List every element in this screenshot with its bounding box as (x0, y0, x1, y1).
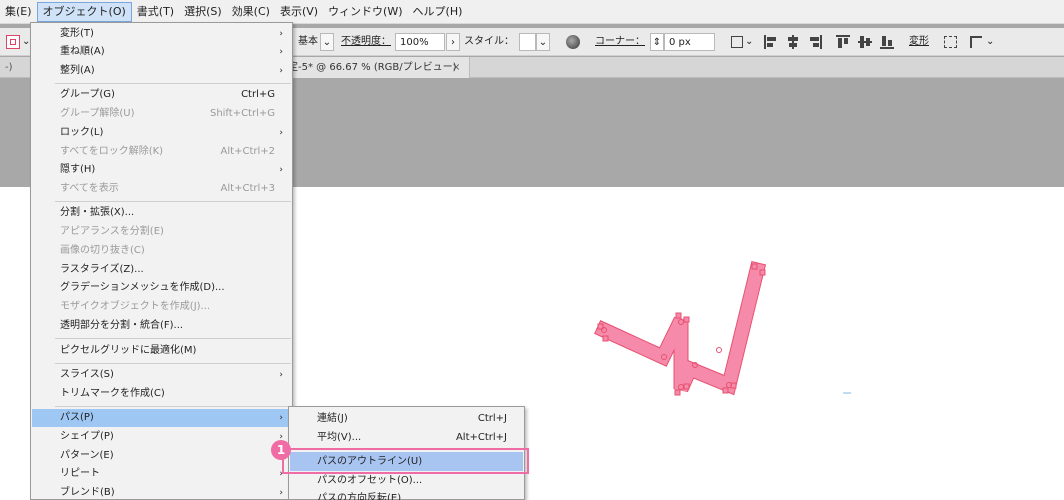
chevron-right-icon: › (279, 413, 283, 423)
chevron-right-icon: › (279, 47, 283, 57)
chevron-right-icon: › (279, 66, 283, 76)
chevron-right-icon: › (279, 488, 283, 498)
menu-item-hide[interactable]: 隠す(H) › (32, 161, 291, 179)
object-menu: 変形(T) › 重ね順(A) › 整列(A) › グループ(G) Ctrl+G グループ… (30, 22, 293, 500)
menu-item-expand[interactable]: 分割・拡張(X)... (32, 204, 291, 222)
menu-item-rasterize[interactable]: ラスタライズ(Z)... (32, 261, 291, 279)
menu-separator (55, 83, 291, 84)
menu-separator (55, 201, 291, 202)
menu-item-pixel-perfect[interactable]: ピクセルグリッドに最適化(M) (32, 342, 291, 360)
chevron-right-icon: › (279, 370, 283, 380)
menu-item-repeat[interactable]: リピート › (32, 465, 291, 483)
menu-item-blend[interactable]: ブレンド(B) › (32, 484, 291, 500)
annotation-step-badge: 1 (271, 440, 291, 460)
menu-separator (55, 363, 291, 364)
menu-item-trim-marks[interactable]: トリムマークを作成(C) (32, 385, 291, 403)
menu-item-pattern[interactable]: パターン(E)› (32, 447, 291, 465)
menu-item-transform[interactable]: 変形(T) › (32, 25, 291, 43)
menu-item-slice[interactable]: スライス(S) › (32, 366, 291, 384)
menu-item-shape[interactable]: シェイプ(P) › (32, 428, 291, 446)
menu-separator (55, 406, 291, 407)
chevron-right-icon: › (279, 165, 283, 175)
annotation-highlight-box (282, 448, 529, 474)
menu-item-path[interactable]: パス(P) › (32, 409, 291, 427)
menu-item-lock[interactable]: ロック(L) › (32, 124, 291, 142)
menu-item-ungroup[interactable]: グループ解除(U) Shift+Ctrl+G (32, 105, 291, 123)
menu-item-arrange[interactable]: 重ね順(A) › (32, 43, 291, 61)
menu-item-crop-image[interactable]: 画像の切り抜き(C) (32, 242, 291, 260)
chevron-right-icon: › (279, 128, 283, 138)
menu-item-unlock-all[interactable]: すべてをロック解除(K) Alt+Ctrl+2 (32, 143, 291, 161)
menu-item-flatten-transparency[interactable]: 透明部分を分割・統合(F)... (32, 317, 291, 335)
menu-separator (55, 338, 291, 339)
menu-item-gradient-mesh[interactable]: グラデーションメッシュを作成(D)... (32, 279, 291, 297)
menu-item-align[interactable]: 整列(A) › (32, 62, 291, 80)
menu-item-group[interactable]: グループ(G) Ctrl+G (32, 86, 291, 104)
menu-item-expand-appearance[interactable]: アピアランスを分割(E) (32, 223, 291, 241)
submenu-item-reverse-path[interactable]: パスの方向反転(E) (290, 489, 523, 500)
menu-item-show-all[interactable]: すべてを表示 Alt+Ctrl+3 (32, 180, 291, 198)
menu-item-object-mosaic[interactable]: モザイクオブジェクトを作成(J)... (32, 298, 291, 316)
submenu-item-average[interactable]: 平均(V)... Alt+Ctrl+J (290, 428, 523, 447)
submenu-item-join[interactable]: 連結(J) Ctrl+J (290, 409, 523, 428)
chevron-right-icon: › (279, 29, 283, 39)
path-fill-stroke (595, 262, 765, 394)
